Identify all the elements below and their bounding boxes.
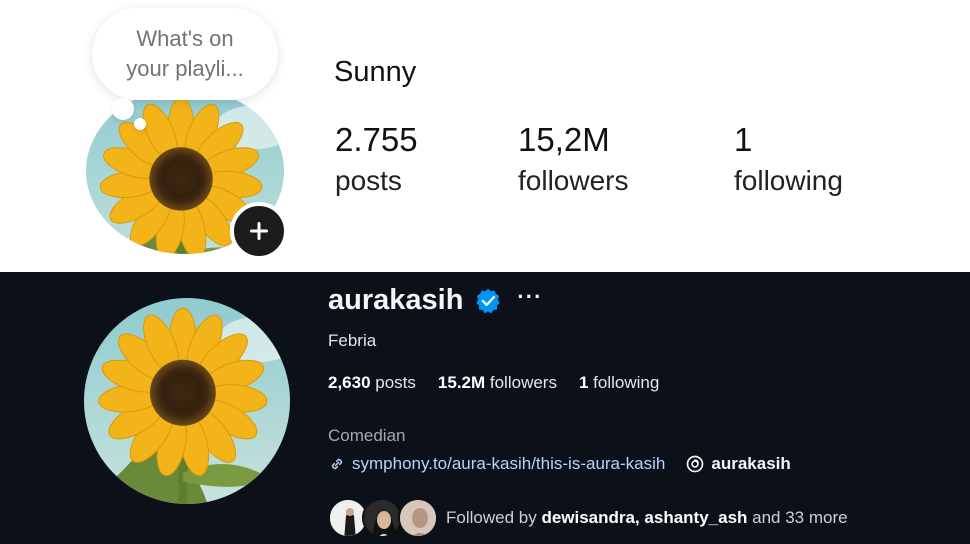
verified-badge-icon — [476, 288, 501, 313]
followed-by-prefix: Followed by — [446, 508, 542, 527]
threads-icon — [687, 455, 704, 473]
mobile-profile-panel: What's on your playli... Sunny 2.755 pos… — [0, 0, 970, 272]
plus-icon — [250, 222, 268, 240]
stat-posts[interactable]: 2,630 posts — [328, 373, 416, 393]
note-bubble-tail — [112, 98, 134, 120]
stat-posts-value: 2,630 — [328, 373, 371, 392]
stats-row: 2,630 posts 15.2M followers 1 following — [328, 373, 681, 393]
profile-name: Sunny — [334, 56, 417, 88]
note-bubble-tail-small — [134, 118, 146, 130]
follower-photo-3 — [400, 500, 436, 536]
sunflower-image — [84, 298, 290, 504]
bio-link[interactable]: symphony.to/aura-kasih/this-is-aura-kasi… — [328, 454, 665, 474]
profile-avatar-large[interactable] — [84, 298, 290, 504]
stat-posts[interactable]: 2.755 posts — [335, 120, 418, 200]
stat-posts-label: posts — [335, 165, 402, 196]
stat-following-label: following — [588, 373, 660, 392]
stat-following-value: 1 — [734, 121, 753, 158]
stat-following-label: following — [734, 165, 843, 196]
stat-followers[interactable]: 15,2M followers — [518, 120, 628, 200]
stat-following[interactable]: 1 following — [734, 120, 843, 200]
add-story-button[interactable] — [230, 202, 288, 260]
stat-posts-label: posts — [370, 373, 416, 392]
bio-link-text: symphony.to/aura-kasih/this-is-aura-kasi… — [352, 454, 666, 473]
stat-followers-label: followers — [485, 373, 557, 392]
note-bubble[interactable]: What's on your playli... — [92, 8, 278, 100]
threads-handle: aurakasih — [711, 454, 791, 473]
category-label: Comedian — [328, 426, 406, 445]
follower-photo-2 — [364, 500, 400, 536]
full-name: Febria — [328, 331, 377, 350]
stat-followers-value: 15.2M — [437, 373, 486, 392]
link-icon — [331, 458, 343, 470]
threads-link[interactable]: aurakasih — [685, 454, 791, 474]
stat-followers-label: followers — [518, 165, 629, 196]
stat-following[interactable]: 1 following — [579, 373, 659, 393]
follower-avatar — [398, 498, 438, 538]
followed-by-suffix: and 33 more — [747, 508, 848, 527]
follower-avatar — [362, 498, 402, 538]
note-line-2: your playli... — [126, 56, 244, 81]
follower-avatars — [328, 498, 446, 538]
stat-posts-value: 2.755 — [335, 121, 418, 158]
followed-by-text: Followed by dewisandra, ashanty_ash and … — [446, 508, 848, 528]
username: aurakasih — [328, 284, 464, 316]
note-line-1: What's on — [136, 26, 234, 51]
followed-by-names: dewisandra, ashanty_ash — [541, 508, 748, 527]
links-row: symphony.to/aura-kasih/this-is-aura-kasi… — [328, 454, 791, 474]
desktop-profile-panel: aurakasih ··· Febria 2,630 posts 15.2M f… — [0, 272, 970, 544]
more-options-icon[interactable]: ··· — [517, 284, 542, 310]
stat-followers[interactable]: 15.2M followers — [438, 373, 557, 393]
stat-followers-value: 15,2M — [518, 121, 610, 158]
followed-by-row[interactable]: Followed by dewisandra, ashanty_ash and … — [328, 498, 848, 538]
username-row: aurakasih ··· — [328, 284, 542, 317]
